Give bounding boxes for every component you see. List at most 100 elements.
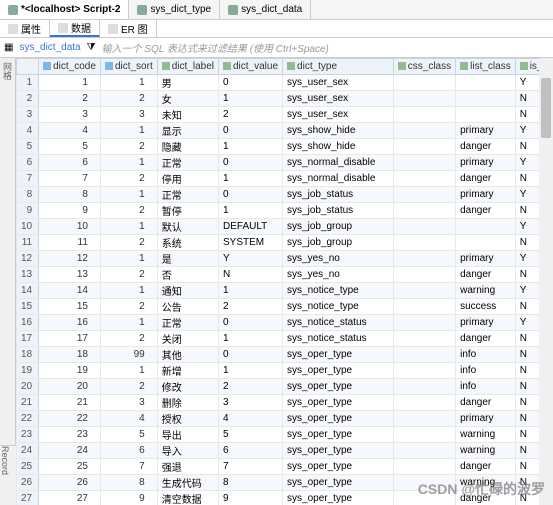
cell-dict_sort[interactable]: 4	[100, 411, 157, 427]
cell-dict_value[interactable]: 0	[219, 187, 283, 203]
cell-dict_type[interactable]: sys_job_group	[283, 219, 394, 235]
column-header-dict_type[interactable]: dict_type	[283, 59, 394, 75]
cell-dict_label[interactable]: 导出	[157, 427, 218, 443]
cell-dict_sort[interactable]: 2	[100, 299, 157, 315]
cell-rownum[interactable]: 18	[17, 347, 39, 363]
cell-dict_value[interactable]: 9	[219, 491, 283, 505]
cell-dict_code[interactable]: 17	[39, 331, 101, 347]
cell-dict_value[interactable]: SYSTEM	[219, 235, 283, 251]
cell-css_class[interactable]	[393, 251, 455, 267]
cell-dict_type[interactable]: sys_oper_type	[283, 475, 394, 491]
cell-dict_label[interactable]: 女	[157, 91, 218, 107]
cell-dict_value[interactable]: 1	[219, 203, 283, 219]
cell-list_class[interactable]: warning	[456, 475, 516, 491]
cell-dict_sort[interactable]: 99	[100, 347, 157, 363]
cell-dict_value[interactable]: 0	[219, 75, 283, 91]
cell-dict_code[interactable]: 11	[39, 235, 101, 251]
cell-rownum[interactable]: 24	[17, 443, 39, 459]
cell-dict_type[interactable]: sys_yes_no	[283, 251, 394, 267]
cell-dict_value[interactable]: 4	[219, 411, 283, 427]
cell-dict_type[interactable]: sys_job_status	[283, 187, 394, 203]
cell-rownum[interactable]: 25	[17, 459, 39, 475]
tab-script[interactable]: *<localhost> Script-2	[0, 0, 129, 19]
cell-css_class[interactable]	[393, 155, 455, 171]
breadcrumb[interactable]: sys_dict_data	[19, 42, 80, 53]
cell-dict_value[interactable]: 2	[219, 299, 283, 315]
table-row[interactable]: 23235导出5sys_oper_typewarningN	[17, 427, 553, 443]
cell-list_class[interactable]: warning	[456, 443, 516, 459]
cell-list_class[interactable]: primary	[456, 187, 516, 203]
cell-list_class[interactable]	[456, 219, 516, 235]
table-row[interactable]: 13132否Nsys_yes_nodangerN	[17, 267, 553, 283]
cell-list_class[interactable]: primary	[456, 155, 516, 171]
table-row[interactable]: 20202修改2sys_oper_typeinfoN	[17, 379, 553, 395]
subtab-props[interactable]: 属性	[0, 20, 50, 37]
column-header-dict_code[interactable]: dict_code	[39, 59, 101, 75]
cell-css_class[interactable]	[393, 459, 455, 475]
cell-dict_code[interactable]: 2	[39, 91, 101, 107]
cell-list_class[interactable]	[456, 75, 516, 91]
cell-dict_type[interactable]: sys_normal_disable	[283, 155, 394, 171]
cell-dict_type[interactable]: sys_oper_type	[283, 347, 394, 363]
cell-dict_type[interactable]: sys_notice_type	[283, 283, 394, 299]
cell-dict_value[interactable]: 6	[219, 443, 283, 459]
cell-dict_sort[interactable]: 2	[100, 91, 157, 107]
cell-dict_value[interactable]: 1	[219, 283, 283, 299]
table-row[interactable]: 772停用1sys_normal_disabledangerN	[17, 171, 553, 187]
cell-dict_sort[interactable]: 1	[100, 75, 157, 91]
table-row[interactable]: 17172关闭1sys_notice_statusdangerN	[17, 331, 553, 347]
table-row[interactable]: 992暂停1sys_job_statusdangerN	[17, 203, 553, 219]
table-row[interactable]: 26268生成代码8sys_oper_typewarningN	[17, 475, 553, 491]
cell-dict_sort[interactable]: 1	[100, 219, 157, 235]
cell-dict_label[interactable]: 默认	[157, 219, 218, 235]
cell-dict_type[interactable]: sys_job_status	[283, 203, 394, 219]
cell-list_class[interactable]: warning	[456, 427, 516, 443]
cell-css_class[interactable]	[393, 427, 455, 443]
cell-css_class[interactable]	[393, 235, 455, 251]
cell-dict_sort[interactable]: 1	[100, 187, 157, 203]
cell-css_class[interactable]	[393, 395, 455, 411]
cell-rownum[interactable]: 19	[17, 363, 39, 379]
cell-css_class[interactable]	[393, 219, 455, 235]
table-row[interactable]: 552隐藏1sys_show_hidedangerN	[17, 139, 553, 155]
cell-dict_label[interactable]: 系统	[157, 235, 218, 251]
cell-rownum[interactable]: 15	[17, 299, 39, 315]
cell-dict_sort[interactable]: 2	[100, 171, 157, 187]
cell-dict_type[interactable]: sys_oper_type	[283, 491, 394, 505]
cell-rownum[interactable]: 12	[17, 251, 39, 267]
cell-list_class[interactable]: primary	[456, 411, 516, 427]
cell-dict_type[interactable]: sys_user_sex	[283, 91, 394, 107]
cell-rownum[interactable]: 17	[17, 331, 39, 347]
table-row[interactable]: 11112系统SYSTEMsys_job_groupN	[17, 235, 553, 251]
data-grid-scroll[interactable]: dict_codedict_sortdict_labeldict_valuedi…	[16, 58, 553, 505]
cell-rownum[interactable]: 10	[17, 219, 39, 235]
cell-dict_sort[interactable]: 1	[100, 251, 157, 267]
cell-dict_label[interactable]: 正常	[157, 155, 218, 171]
cell-dict_label[interactable]: 否	[157, 267, 218, 283]
cell-dict_label[interactable]: 男	[157, 75, 218, 91]
cell-dict_code[interactable]: 10	[39, 219, 101, 235]
cell-rownum[interactable]: 8	[17, 187, 39, 203]
cell-dict_value[interactable]: 1	[219, 139, 283, 155]
cell-rownum[interactable]: 2	[17, 91, 39, 107]
cell-list_class[interactable]	[456, 107, 516, 123]
cell-dict_code[interactable]: 24	[39, 443, 101, 459]
cell-dict_type[interactable]: sys_user_sex	[283, 75, 394, 91]
cell-dict_label[interactable]: 生成代码	[157, 475, 218, 491]
cell-css_class[interactable]	[393, 491, 455, 505]
cell-dict_type[interactable]: sys_user_sex	[283, 107, 394, 123]
column-header-css_class[interactable]: css_class	[393, 59, 455, 75]
cell-dict_sort[interactable]: 5	[100, 427, 157, 443]
cell-dict_code[interactable]: 3	[39, 107, 101, 123]
column-header-dict_label[interactable]: dict_label	[157, 59, 218, 75]
cell-dict_value[interactable]: 0	[219, 123, 283, 139]
cell-dict_label[interactable]: 隐藏	[157, 139, 218, 155]
table-row[interactable]: 16161正常0sys_notice_statusprimaryY	[17, 315, 553, 331]
cell-dict_label[interactable]: 删除	[157, 395, 218, 411]
cell-css_class[interactable]	[393, 363, 455, 379]
cell-dict_code[interactable]: 21	[39, 395, 101, 411]
filter-input[interactable]: 输入一个 SQL 表达式来过滤结果 (使用 Ctrl+Space)	[102, 40, 329, 55]
cell-dict_code[interactable]: 27	[39, 491, 101, 505]
cell-dict_label[interactable]: 通知	[157, 283, 218, 299]
cell-rownum[interactable]: 7	[17, 171, 39, 187]
